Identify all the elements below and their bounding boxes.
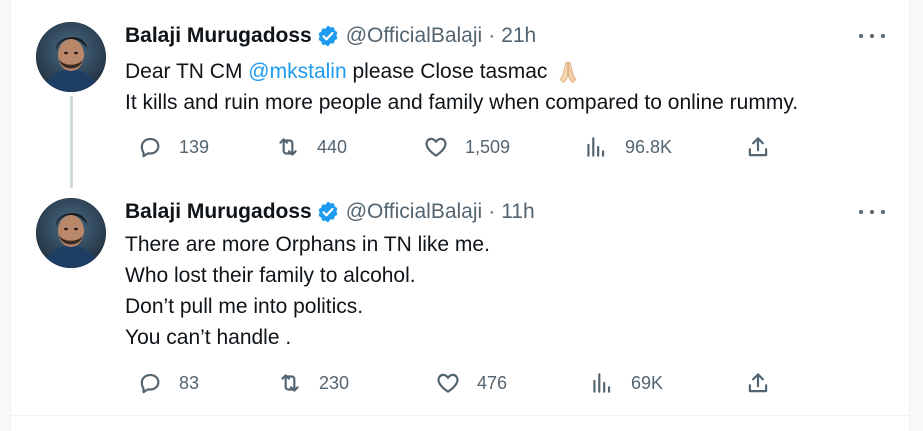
share-button[interactable]	[745, 368, 771, 398]
tweet-text-line-2: Who lost their family to alcohol.	[125, 264, 416, 287]
views-button[interactable]: 96.8K	[583, 132, 672, 162]
reply-count: 83	[179, 372, 200, 393]
share-button[interactable]	[745, 132, 771, 162]
tweet-actions: 139 440 1,509 96.8K	[125, 132, 785, 162]
tweet-text-line-1: There are more Orphans in TN like me.	[125, 233, 490, 256]
verified-badge-icon	[318, 25, 338, 47]
separator-dot: ·	[488, 24, 496, 47]
timeline-card: Balaji Murugadoss @OfficialBalaji · 21h …	[10, 0, 910, 431]
tweet-header: Balaji Murugadoss @OfficialBalaji · 21h	[125, 23, 536, 49]
reply-button[interactable]: 83	[137, 368, 199, 398]
like-count: 476	[477, 372, 508, 393]
views-button[interactable]: 69K	[589, 368, 663, 398]
more-dots-icon[interactable]	[859, 202, 885, 222]
tweet-text: Dear TN CM @mkstalin please Close tasmac…	[125, 56, 798, 118]
views-icon	[593, 373, 611, 393]
avatar-image	[36, 22, 106, 92]
tweet-text-line-3: Don’t pull me into politics.	[125, 295, 364, 318]
views-count: 96.8K	[625, 136, 673, 157]
avatar-image	[36, 198, 106, 268]
avatar[interactable]	[36, 198, 106, 268]
repost-icon	[281, 374, 299, 392]
repost-count: 230	[319, 372, 350, 393]
like-icon	[437, 373, 459, 393]
author-name[interactable]: Balaji Murugadoss	[125, 200, 312, 224]
share-icon	[748, 137, 768, 157]
tweet-timestamp[interactable]: 11h	[501, 200, 534, 224]
author-handle[interactable]: @OfficialBalaji	[346, 24, 482, 48]
tweet-header: Balaji Murugadoss @OfficialBalaji · 11h	[125, 199, 535, 225]
separator-dot: ·	[488, 200, 496, 223]
views-icon	[587, 137, 605, 157]
repost-button[interactable]: 440	[275, 132, 347, 162]
tweet-text-line-2: It kills and ruin more people and family…	[125, 91, 799, 114]
tweet-timestamp[interactable]: 21h	[501, 24, 536, 48]
views-count: 69K	[631, 372, 664, 393]
bottom-divider	[11, 415, 909, 416]
folded-hands-emoji	[559, 62, 577, 84]
reply-icon	[140, 374, 160, 394]
more-dots-icon[interactable]	[859, 26, 885, 46]
tweet-actions: 83 230 476 69K	[125, 368, 785, 398]
author-name[interactable]: Balaji Murugadoss	[125, 24, 312, 48]
tweet-text: There are more Orphans in TN like me. Wh…	[125, 229, 490, 353]
repost-count: 440	[317, 136, 348, 157]
text-segment: please Close tasmac	[346, 60, 548, 83]
tweet-2[interactable]: Balaji Murugadoss @OfficialBalaji · 11h …	[11, 188, 909, 415]
verified-badge-icon	[318, 201, 338, 223]
text-segment: Dear TN CM	[125, 60, 249, 83]
tweet-1[interactable]: Balaji Murugadoss @OfficialBalaji · 21h …	[11, 0, 909, 188]
like-button[interactable]: 1,509	[423, 132, 510, 162]
reply-count: 139	[179, 136, 210, 157]
tweet-text-line-4: You can’t handle .	[125, 326, 292, 349]
like-icon	[425, 137, 447, 157]
like-button[interactable]: 476	[435, 368, 507, 398]
author-handle[interactable]: @OfficialBalaji	[346, 200, 482, 224]
repost-icon	[279, 138, 297, 156]
like-count: 1,509	[465, 136, 511, 157]
tweet-text-line-1: Dear TN CM @mkstalin please Close tasmac	[125, 56, 798, 87]
repost-button[interactable]: 230	[277, 368, 349, 398]
mention-link[interactable]: @mkstalin	[248, 60, 346, 83]
reply-icon	[140, 138, 160, 158]
reply-button[interactable]: 139	[137, 132, 209, 162]
share-icon	[748, 373, 768, 393]
avatar[interactable]	[36, 22, 106, 92]
